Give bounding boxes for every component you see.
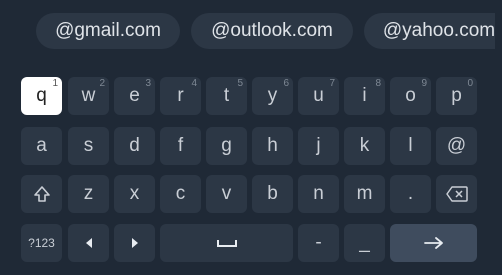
shift-key[interactable] xyxy=(21,175,62,213)
cursor-right-key[interactable] xyxy=(114,224,155,262)
cursor-left-icon xyxy=(85,237,92,248)
cursor-left-key[interactable] xyxy=(68,224,109,262)
suggestion-outlook[interactable]: @outlook.com xyxy=(191,13,353,49)
dash-key[interactable]: - xyxy=(298,224,339,262)
enter-key[interactable] xyxy=(390,224,477,262)
key-s[interactable]: s xyxy=(68,127,109,165)
key-m[interactable]: m xyxy=(344,175,385,213)
key-d[interactable]: d xyxy=(114,127,155,165)
shift-icon xyxy=(33,186,50,202)
virtual-keyboard: @gmail.com @outlook.com @yahoo.com q1 w2… xyxy=(7,3,495,271)
key-k[interactable]: k xyxy=(344,127,385,165)
key-f[interactable]: f xyxy=(160,127,201,165)
key-j[interactable]: j xyxy=(298,127,339,165)
key-u[interactable]: u7 xyxy=(298,77,339,115)
key-z[interactable]: z xyxy=(68,175,109,213)
key-r[interactable]: r4 xyxy=(160,77,201,115)
email-suggestion-bar: @gmail.com @outlook.com @yahoo.com xyxy=(7,3,495,51)
key-g[interactable]: g xyxy=(206,127,247,165)
space-icon xyxy=(216,239,237,247)
enter-arrow-icon xyxy=(423,237,443,249)
key-c[interactable]: c xyxy=(160,175,201,213)
key-w[interactable]: w2 xyxy=(68,77,109,115)
cursor-right-icon xyxy=(131,237,138,248)
key-o[interactable]: o9 xyxy=(390,77,431,115)
suggestion-yahoo[interactable]: @yahoo.com xyxy=(364,13,495,49)
backspace-icon xyxy=(445,186,468,202)
space-key[interactable] xyxy=(160,224,293,262)
suggestion-gmail[interactable]: @gmail.com xyxy=(36,13,180,49)
key-e[interactable]: e3 xyxy=(114,77,155,115)
key-q[interactable]: q1 xyxy=(21,77,62,115)
key-at[interactable]: @ xyxy=(436,127,477,165)
key-v[interactable]: v xyxy=(206,175,247,213)
key-h[interactable]: h xyxy=(252,127,293,165)
key-i[interactable]: i8 xyxy=(344,77,385,115)
backspace-key[interactable] xyxy=(436,175,477,213)
key-x[interactable]: x xyxy=(114,175,155,213)
key-period[interactable]: . xyxy=(390,175,431,213)
key-y[interactable]: y6 xyxy=(252,77,293,115)
key-a[interactable]: a xyxy=(21,127,62,165)
key-p[interactable]: p0 xyxy=(436,77,477,115)
key-l[interactable]: l xyxy=(390,127,431,165)
underscore-key[interactable]: _ xyxy=(344,224,385,262)
key-n[interactable]: n xyxy=(298,175,339,213)
symbols-key[interactable]: ?123 xyxy=(21,224,62,262)
key-t[interactable]: t5 xyxy=(206,77,247,115)
key-b[interactable]: b xyxy=(252,175,293,213)
